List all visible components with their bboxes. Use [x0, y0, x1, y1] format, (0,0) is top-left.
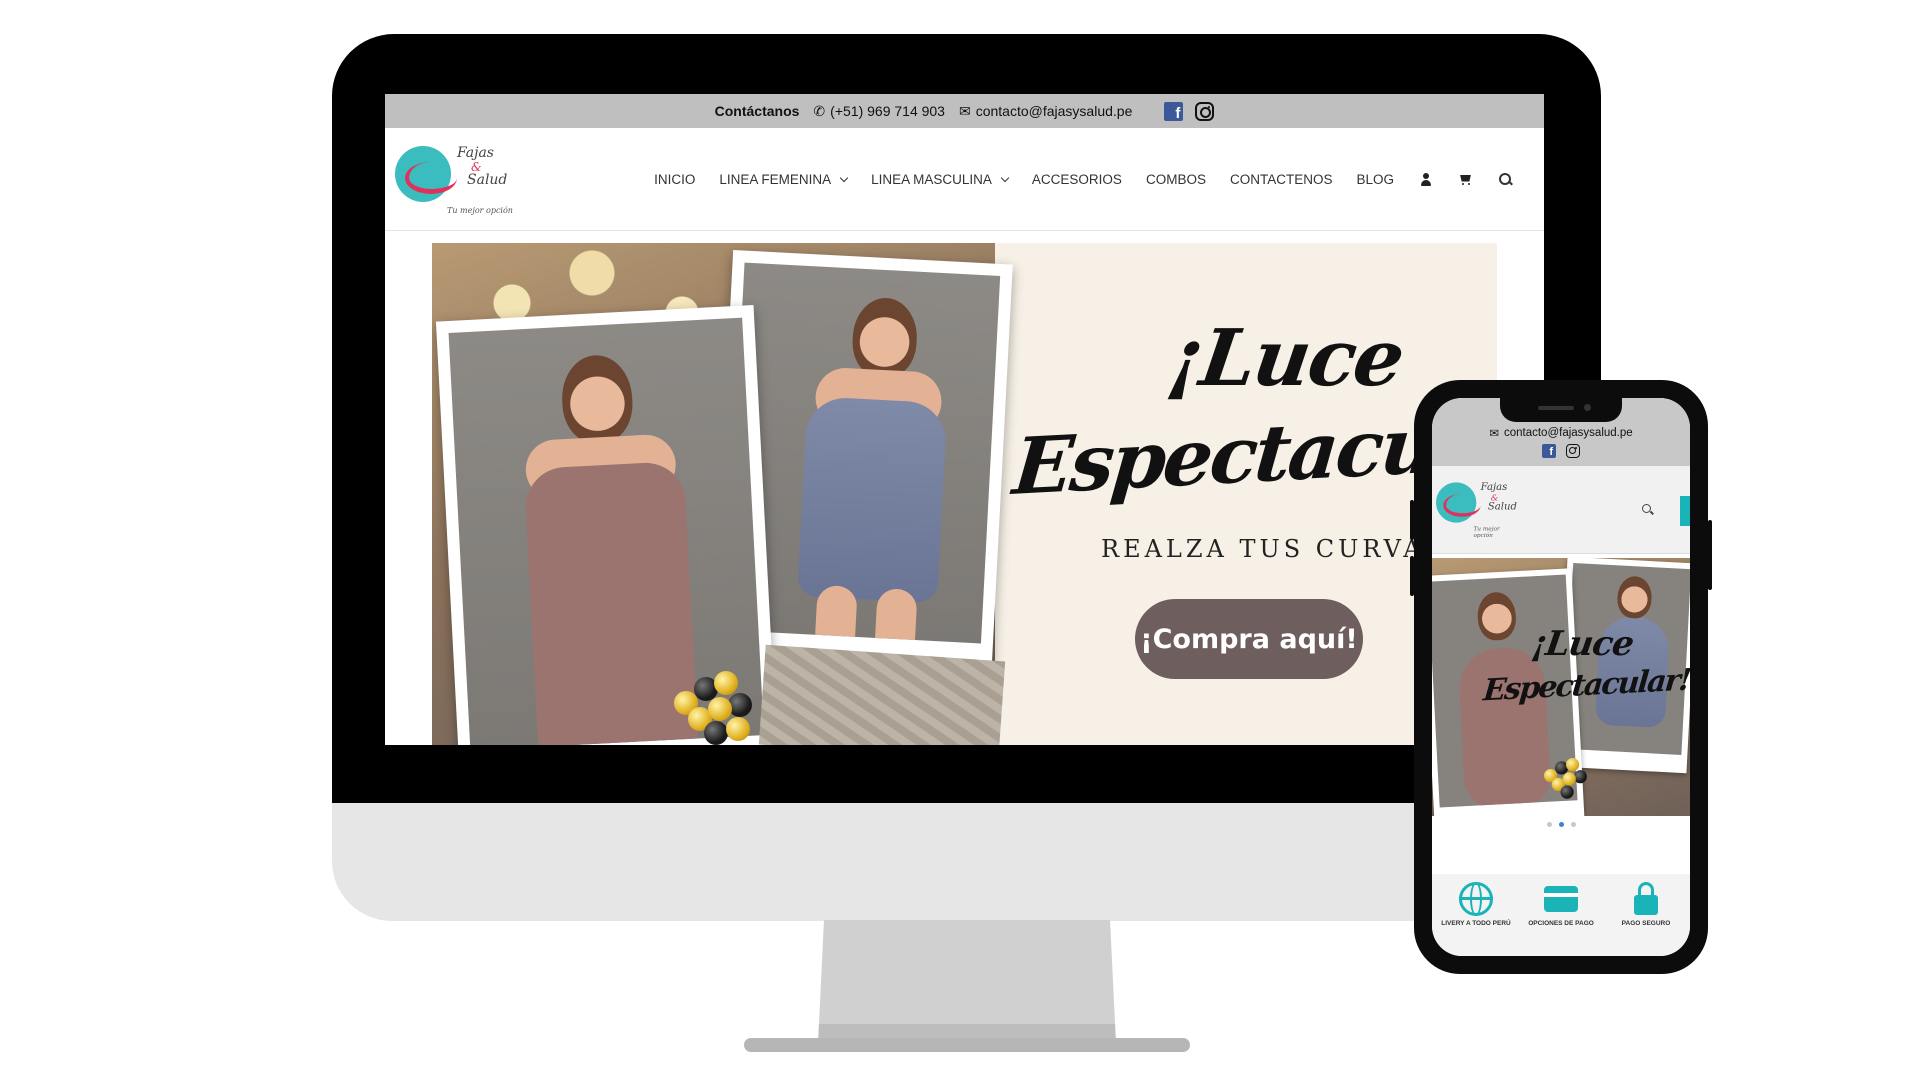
feature-title: PAGO SEGURO [1621, 920, 1671, 927]
monitor-foot [744, 1038, 1190, 1052]
slider-dots [1432, 822, 1690, 827]
logo-word-fajas: Fajas [457, 145, 494, 161]
chevron-down-icon [1000, 173, 1010, 183]
user-icon[interactable] [1418, 172, 1434, 188]
logo-tagline: Tu mejor opción [1473, 525, 1500, 539]
logo-swoosh [405, 162, 457, 194]
mail-icon: ✉ [1489, 428, 1499, 440]
email-address: contacto@fajasysalud.pe [975, 103, 1133, 119]
mobile-hero-headline-line-1: ¡Luce [1529, 624, 1636, 664]
facebook-icon[interactable]: f [1164, 101, 1184, 121]
instagram-icon[interactable] [1566, 444, 1580, 458]
logo-wordmark: Fajas & Salud [457, 146, 507, 188]
mobile-email-contact[interactable]: ✉ contacto@fajasysalud.pe [1432, 426, 1690, 440]
cart-icon[interactable] [1458, 172, 1474, 188]
mobile-social-links: f [1432, 444, 1690, 458]
mail-icon: ✉ [958, 102, 971, 119]
mobile-hero-banner: ¡Luce Espectacular! [1432, 558, 1690, 816]
mobile-email-address: contacto@fajasysalud.pe [1503, 427, 1633, 439]
nav-item-linea-masculina[interactable]: LINEA MASCULINA [871, 172, 1010, 187]
logo-tagline: Tu mejor opción [447, 206, 513, 215]
hero-tagline: REALZA TUS CURVAS [1101, 535, 1446, 563]
desktop-screen: Contáctanos ✆ (+51) 969 714 903 ✉ contac… [385, 94, 1544, 745]
phone-number: (+51) 969 714 903 [830, 103, 945, 119]
search-icon[interactable] [1642, 504, 1654, 516]
nav-item-accesorios[interactable]: ACCESORIOS [1032, 172, 1122, 187]
phone-contact[interactable]: ✆ (+51) 969 714 903 [813, 103, 945, 120]
logo-word-fajas: Fajas [1480, 481, 1508, 494]
feature-payment-options: OPCIONES DE PAGO [1521, 882, 1601, 956]
feature-title: LIVERY A TODO PERÚ [1441, 920, 1511, 927]
mockup-stage: Contáctanos ✆ (+51) 969 714 903 ✉ contac… [0, 0, 1920, 1080]
monitor-chin [332, 803, 1601, 921]
balloons-decoration [674, 671, 754, 745]
logo-swoosh [1443, 493, 1481, 517]
chevron-down-icon [839, 173, 849, 183]
logo-word-salud: Salud [1487, 501, 1517, 513]
nav-item-blog[interactable]: BLOG [1356, 172, 1394, 187]
shop-now-button[interactable]: ¡Compra aquí! [1135, 599, 1363, 679]
phone-notch [1500, 398, 1622, 422]
facebook-icon[interactable]: f [1542, 444, 1556, 458]
nav-item-inicio[interactable]: INICIO [654, 172, 695, 187]
hero-banner: ¡Luce Espectacula REALZA TUS CURVAS ¡Com… [432, 243, 1497, 745]
logo-word-salud: Salud [467, 172, 508, 189]
nav-item-label: LINEA FEMENINA [719, 172, 832, 187]
logo-wordmark: Fajas & Salud [1481, 482, 1517, 512]
feature-title: OPCIONES DE PAGO [1528, 920, 1594, 927]
nav-item-combos[interactable]: COMBOS [1146, 172, 1206, 187]
slider-dot[interactable] [1570, 822, 1576, 827]
globe-icon [1459, 882, 1493, 916]
lock-icon [1629, 882, 1663, 916]
phone-frame: ✉ contacto@fajasysalud.pe f Fajas & Salu… [1410, 380, 1712, 974]
slider-dot-active[interactable] [1558, 822, 1564, 827]
features-strip: LIVERY A TODO PERÚ OPCIONES DE PAGO PAGO… [1432, 874, 1690, 956]
mobile-header: Fajas & Salud Tu mejor opción [1432, 466, 1690, 554]
phone-screen: ✉ contacto@fajasysalud.pe f Fajas & Salu… [1432, 398, 1690, 956]
hero-photo-collage [432, 243, 1013, 745]
contact-label: Contáctanos [714, 103, 800, 119]
email-contact[interactable]: ✉ contacto@fajasysalud.pe [959, 103, 1132, 120]
site-logo[interactable]: Fajas & Salud Tu mejor opción [395, 140, 525, 220]
balloons-decoration [1544, 758, 1588, 802]
phone-icon: ✆ [813, 102, 826, 119]
mobile-site-logo[interactable]: Fajas & Salud Tu mejor opción [1436, 478, 1517, 538]
phone-side-button [1410, 500, 1414, 540]
menu-toggle-button[interactable] [1680, 496, 1690, 526]
feature-secure-payment: PAGO SEGURO [1606, 882, 1686, 956]
hero-headline-line-1: ¡Luce [1162, 313, 1409, 404]
nav-item-contactenos[interactable]: CONTACTENOS [1230, 172, 1333, 187]
feature-delivery: LIVERY A TODO PERÚ [1436, 882, 1516, 956]
nav-item-linea-femenina[interactable]: LINEA FEMENINA [719, 172, 849, 187]
instagram-icon[interactable] [1195, 101, 1215, 121]
credit-card-icon [1544, 882, 1578, 916]
social-links: f [1164, 101, 1215, 121]
phone-side-button [1410, 556, 1414, 596]
phone-power-button [1708, 520, 1712, 590]
slider-dot[interactable] [1546, 822, 1552, 827]
monitor-stand [818, 920, 1116, 1044]
nav-item-label: LINEA MASCULINA [871, 172, 992, 187]
contact-topbar: Contáctanos ✆ (+51) 969 714 903 ✉ contac… [385, 94, 1544, 128]
knit-blanket [758, 644, 1006, 745]
main-nav: INICIO LINEA FEMENINA LINEA MASCULINA AC… [654, 128, 1514, 231]
search-icon[interactable] [1498, 172, 1514, 188]
site-header: Fajas & Salud Tu mejor opción INICIO LIN… [385, 128, 1544, 231]
